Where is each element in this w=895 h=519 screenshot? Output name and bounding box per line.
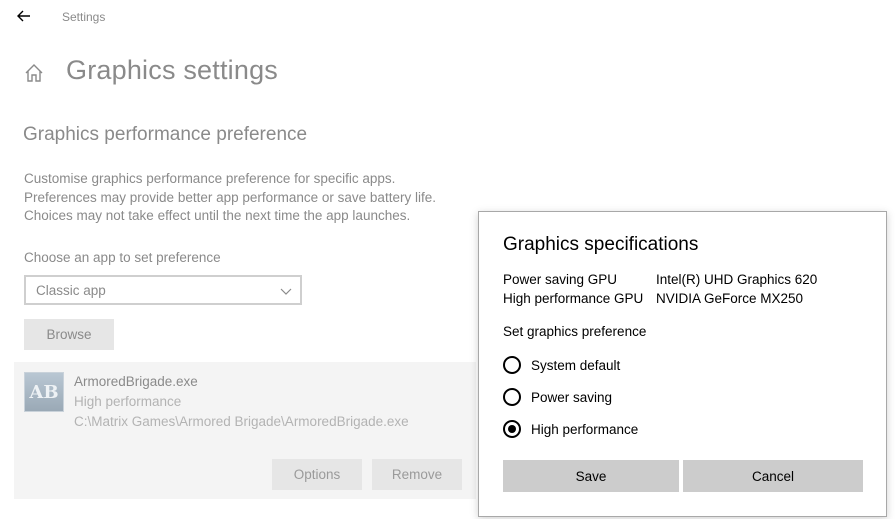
save-button[interactable]: Save [503,460,679,492]
options-button[interactable]: Options [272,459,362,490]
app-path: C:\Matrix Games\Armored Brigade\ArmoredB… [74,414,409,429]
description-line: Preferences may provide better app perfo… [24,189,436,205]
back-arrow-icon[interactable] [14,6,34,26]
graphics-specifications-dialog: Graphics specifications Power saving GPU… [478,211,887,517]
description: Customise graphics performance preferenc… [24,170,436,226]
high-performance-gpu-label: High performance GPU [503,291,644,306]
remove-button[interactable]: Remove [372,459,462,490]
description-line: Choices may not take effect until the ne… [24,208,411,223]
home-icon[interactable] [23,62,45,84]
cancel-button[interactable]: Cancel [683,460,863,492]
window-title: Settings [62,10,106,24]
description-line: Customise graphics performance preferenc… [24,171,396,186]
radio-button[interactable] [503,356,521,374]
chevron-down-icon [280,288,292,295]
radio-button[interactable] [503,420,521,438]
radio-label: High performance [531,421,639,437]
radio-label: System default [531,357,621,373]
power-saving-gpu-value: Intel(R) UHD Graphics 620 [656,272,818,287]
browse-button[interactable]: Browse [24,319,114,350]
radio-high-performance[interactable]: High performance [503,418,638,440]
preference-label: Set graphics preference [503,324,647,339]
choose-app-label: Choose an app to set preference [24,250,221,265]
page-title: Graphics settings [66,55,278,85]
radio-label: Power saving [531,389,613,405]
high-performance-gpu-value: NVIDIA GeForce MX250 [656,291,804,306]
app-type-select-value: Classic app [36,283,106,298]
app-preference: High performance [74,394,182,409]
radio-system-default[interactable]: System default [503,354,620,376]
section-title: Graphics performance preference [23,124,308,145]
app-name: ArmoredBrigade.exe [74,374,198,389]
dialog-title: Graphics specifications [503,234,699,255]
app-icon: AB [24,372,64,412]
app-type-select[interactable]: Classic app [24,275,302,305]
radio-button[interactable] [503,388,521,406]
radio-power-saving[interactable]: Power saving [503,386,612,408]
power-saving-gpu-label: Power saving GPU [503,272,618,287]
